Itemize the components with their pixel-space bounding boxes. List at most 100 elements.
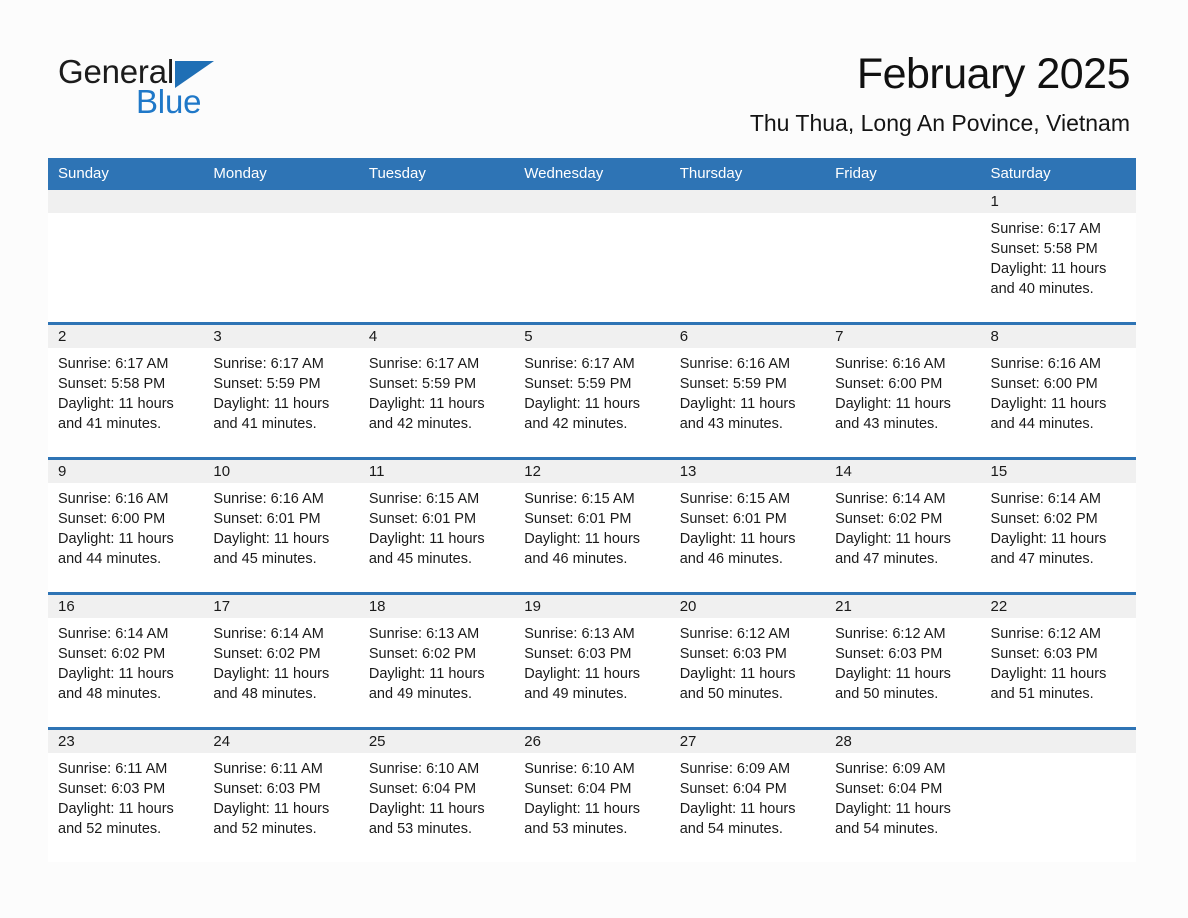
day-cell[interactable]: 13 Sunrise: 6:15 AM Sunset: 6:01 PM Dayl… bbox=[669, 457, 826, 594]
day-number: 21 bbox=[835, 598, 852, 615]
sunrise-text: Sunrise: 6:13 AM bbox=[368, 626, 480, 642]
daylight-text-cont: and 45 minutes. bbox=[368, 551, 473, 567]
day-details: Sunrise: 6:14 AM Sunset: 6:02 PM Dayligh… bbox=[48, 618, 203, 704]
day-cell[interactable]: 10 Sunrise: 6:16 AM Sunset: 6:01 PM Dayl… bbox=[203, 457, 359, 594]
day-cell[interactable]: 1 Sunrise: 6:17 AM Sunset: 5:58 PM Dayli… bbox=[980, 190, 1136, 324]
day-number-band: 9 bbox=[48, 460, 204, 483]
daylight-text-cont: and 47 minutes. bbox=[990, 551, 1094, 567]
daylight-text-cont: and 47 minutes. bbox=[835, 551, 939, 567]
sunset-text: Sunset: 5:58 PM bbox=[990, 241, 1098, 257]
day-cell[interactable]: 4 Sunrise: 6:17 AM Sunset: 5:59 PM Dayli… bbox=[358, 322, 515, 459]
daylight-text: Daylight: 11 hours bbox=[990, 666, 1107, 682]
day-details: Sunrise: 6:15 AM Sunset: 6:01 PM Dayligh… bbox=[359, 483, 514, 569]
day-cell[interactable]: 28 Sunrise: 6:09 AM Sunset: 6:04 PM Dayl… bbox=[825, 727, 981, 862]
generalblue-logo[interactable]: General Blue bbox=[58, 52, 288, 124]
day-number-band: 4 bbox=[358, 325, 515, 348]
day-number: 3 bbox=[213, 328, 222, 345]
day-number: 5 bbox=[524, 328, 533, 345]
day-number bbox=[825, 193, 835, 210]
day-cell[interactable]: 5 Sunrise: 6:17 AM Sunset: 5:59 PM Dayli… bbox=[514, 322, 670, 459]
day-cell[interactable]: 16 Sunrise: 6:14 AM Sunset: 6:02 PM Dayl… bbox=[48, 592, 204, 729]
day-number: 22 bbox=[990, 598, 1008, 615]
day-cell[interactable]: 22 Sunrise: 6:12 AM Sunset: 6:03 PM Dayl… bbox=[980, 592, 1136, 729]
sunrise-text: Sunrise: 6:17 AM bbox=[58, 356, 169, 372]
day-cell[interactable] bbox=[825, 190, 981, 324]
daylight-text: Daylight: 11 hours bbox=[990, 261, 1107, 277]
day-details: Sunrise: 6:17 AM Sunset: 5:59 PM Dayligh… bbox=[203, 348, 358, 434]
day-cell[interactable]: 19 Sunrise: 6:13 AM Sunset: 6:03 PM Dayl… bbox=[514, 592, 670, 729]
day-cell[interactable]: 23 Sunrise: 6:11 AM Sunset: 6:03 PM Dayl… bbox=[48, 727, 204, 862]
day-number-band bbox=[669, 190, 826, 213]
day-cell[interactable]: 14 Sunrise: 6:14 AM Sunset: 6:02 PM Dayl… bbox=[825, 457, 981, 594]
day-cell[interactable]: 2 Sunrise: 6:17 AM Sunset: 5:58 PM Dayli… bbox=[48, 322, 204, 459]
day-cell[interactable]: 12 Sunrise: 6:15 AM Sunset: 6:01 PM Dayl… bbox=[514, 457, 670, 594]
day-number-band bbox=[203, 190, 359, 213]
day-cell[interactable]: 3 Sunrise: 6:17 AM Sunset: 5:59 PM Dayli… bbox=[203, 322, 359, 459]
day-cell[interactable] bbox=[48, 190, 204, 324]
sunset-text: Sunset: 6:04 PM bbox=[679, 781, 787, 797]
sunrise-text: Sunrise: 6:16 AM bbox=[679, 356, 791, 372]
sunrise-text: Sunrise: 6:13 AM bbox=[524, 626, 635, 642]
sunrise-text: Sunrise: 6:16 AM bbox=[58, 491, 169, 507]
sunrise-text: Sunrise: 6:15 AM bbox=[368, 491, 480, 507]
daylight-text: Daylight: 11 hours bbox=[835, 666, 951, 682]
sunrise-text: Sunrise: 6:10 AM bbox=[524, 761, 635, 777]
day-number: 24 bbox=[213, 733, 231, 750]
daylight-text-cont: and 51 minutes. bbox=[990, 686, 1094, 702]
sunrise-text: Sunrise: 6:14 AM bbox=[58, 626, 169, 642]
day-number-band: 12 bbox=[514, 460, 670, 483]
sunset-text: Sunset: 6:03 PM bbox=[679, 646, 787, 662]
day-cell[interactable]: 24 Sunrise: 6:11 AM Sunset: 6:03 PM Dayl… bbox=[203, 727, 359, 862]
day-details: Sunrise: 6:12 AM Sunset: 6:03 PM Dayligh… bbox=[981, 618, 1136, 704]
day-cell[interactable]: 20 Sunrise: 6:12 AM Sunset: 6:03 PM Dayl… bbox=[669, 592, 826, 729]
day-cell[interactable]: 15 Sunrise: 6:14 AM Sunset: 6:02 PM Dayl… bbox=[980, 457, 1136, 594]
day-cell[interactable]: 26 Sunrise: 6:10 AM Sunset: 6:04 PM Dayl… bbox=[514, 727, 670, 862]
day-cell[interactable]: 9 Sunrise: 6:16 AM Sunset: 6:00 PM Dayli… bbox=[48, 457, 204, 594]
day-cell[interactable]: 21 Sunrise: 6:12 AM Sunset: 6:03 PM Dayl… bbox=[825, 592, 981, 729]
day-details: Sunrise: 6:09 AM Sunset: 6:04 PM Dayligh… bbox=[825, 753, 980, 839]
day-number: 20 bbox=[679, 598, 697, 615]
sunrise-text: Sunrise: 6:14 AM bbox=[213, 626, 324, 642]
daylight-text: Daylight: 11 hours bbox=[368, 666, 485, 682]
daylight-text: Daylight: 11 hours bbox=[368, 531, 485, 547]
sunset-text: Sunset: 5:59 PM bbox=[213, 376, 321, 392]
daylight-text: Daylight: 11 hours bbox=[368, 396, 485, 412]
sunset-text: Sunset: 6:03 PM bbox=[990, 646, 1098, 662]
day-number: 28 bbox=[835, 733, 852, 750]
day-cell[interactable] bbox=[358, 190, 515, 324]
daylight-text: Daylight: 11 hours bbox=[524, 531, 641, 547]
sunrise-text: Sunrise: 6:16 AM bbox=[213, 491, 324, 507]
week-row: 9 Sunrise: 6:16 AM Sunset: 6:00 PM Dayli… bbox=[48, 457, 1136, 594]
day-cell[interactable]: 7 Sunrise: 6:16 AM Sunset: 6:00 PM Dayli… bbox=[825, 322, 981, 459]
daylight-text: Daylight: 11 hours bbox=[58, 531, 174, 547]
day-cell[interactable]: 11 Sunrise: 6:15 AM Sunset: 6:01 PM Dayl… bbox=[358, 457, 515, 594]
day-details: Sunrise: 6:09 AM Sunset: 6:04 PM Dayligh… bbox=[670, 753, 825, 839]
day-cell[interactable] bbox=[203, 190, 359, 324]
day-cell[interactable]: 6 Sunrise: 6:16 AM Sunset: 5:59 PM Dayli… bbox=[669, 322, 826, 459]
daylight-text-cont: and 46 minutes. bbox=[524, 551, 628, 567]
week-row: 1 Sunrise: 6:17 AM Sunset: 5:58 PM Dayli… bbox=[48, 190, 1136, 324]
daylight-text-cont: and 41 minutes. bbox=[58, 416, 162, 432]
weekday-header-tuesday: Tuesday bbox=[358, 158, 515, 190]
calendar-body: 1 Sunrise: 6:17 AM Sunset: 5:58 PM Dayli… bbox=[48, 190, 1136, 862]
day-cell[interactable]: 18 Sunrise: 6:13 AM Sunset: 6:02 PM Dayl… bbox=[358, 592, 515, 729]
sunset-text: Sunset: 6:01 PM bbox=[213, 511, 321, 527]
day-cell[interactable]: 8 Sunrise: 6:16 AM Sunset: 6:00 PM Dayli… bbox=[980, 322, 1136, 459]
day-details: Sunrise: 6:17 AM Sunset: 5:58 PM Dayligh… bbox=[981, 213, 1136, 299]
day-cell[interactable] bbox=[669, 190, 826, 324]
sunset-text: Sunset: 6:00 PM bbox=[58, 511, 166, 527]
day-details: Sunrise: 6:10 AM Sunset: 6:04 PM Dayligh… bbox=[514, 753, 669, 839]
day-cell[interactable] bbox=[514, 190, 670, 324]
day-number: 19 bbox=[524, 598, 541, 615]
day-cell[interactable]: 25 Sunrise: 6:10 AM Sunset: 6:04 PM Dayl… bbox=[358, 727, 515, 862]
day-cell[interactable] bbox=[980, 727, 1136, 862]
day-details: Sunrise: 6:11 AM Sunset: 6:03 PM Dayligh… bbox=[203, 753, 358, 839]
daylight-text-cont: and 40 minutes. bbox=[990, 281, 1094, 297]
day-details: Sunrise: 6:16 AM Sunset: 6:01 PM Dayligh… bbox=[203, 483, 358, 569]
day-cell[interactable]: 27 Sunrise: 6:09 AM Sunset: 6:04 PM Dayl… bbox=[669, 727, 826, 862]
day-cell[interactable]: 17 Sunrise: 6:14 AM Sunset: 6:02 PM Dayl… bbox=[203, 592, 359, 729]
day-number-band: 2 bbox=[48, 325, 204, 348]
day-number-band: 18 bbox=[358, 595, 515, 618]
sunset-text: Sunset: 6:01 PM bbox=[524, 511, 632, 527]
sunset-text: Sunset: 6:02 PM bbox=[213, 646, 321, 662]
